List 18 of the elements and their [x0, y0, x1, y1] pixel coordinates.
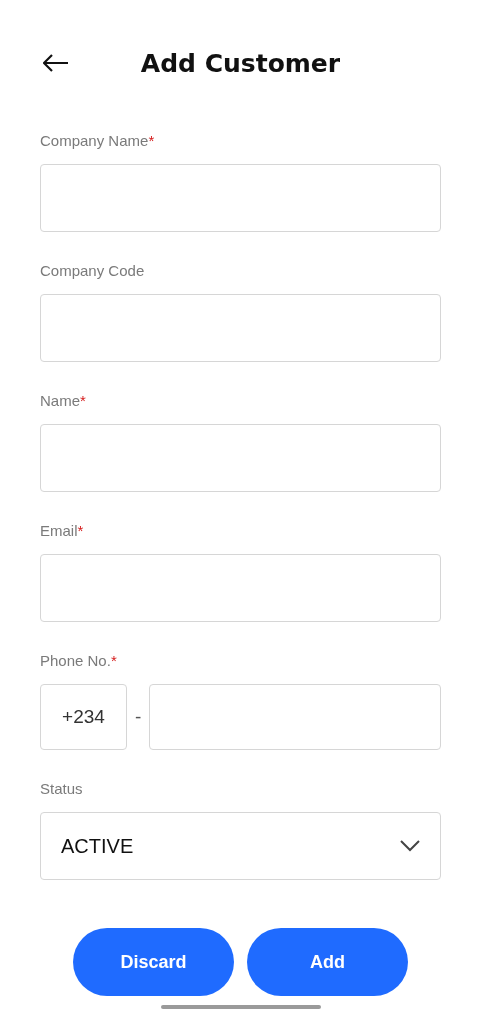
status-dropdown[interactable]: ACTIVE — [40, 812, 441, 880]
page-title: Add Customer — [140, 48, 341, 78]
separator-dash: - — [135, 706, 142, 728]
field-label: Email* — [40, 522, 85, 540]
field-label: Phone No.* — [40, 652, 118, 670]
field-label: Company Name* — [40, 132, 156, 150]
country-code-field[interactable]: +234 — [40, 684, 127, 750]
field-label: Status — [40, 780, 84, 798]
chevron-down-icon — [400, 840, 420, 852]
input-field[interactable] — [40, 164, 441, 232]
discard-button[interactable]: Discard — [73, 928, 234, 996]
phone-input-field[interactable] — [149, 684, 441, 750]
input-field[interactable] — [40, 294, 441, 362]
add-button[interactable]: Add — [247, 928, 408, 996]
input-field[interactable] — [40, 554, 441, 622]
input-field[interactable] — [40, 424, 441, 492]
field-label: Company Code — [40, 262, 146, 280]
field-label: Name* — [40, 392, 87, 410]
